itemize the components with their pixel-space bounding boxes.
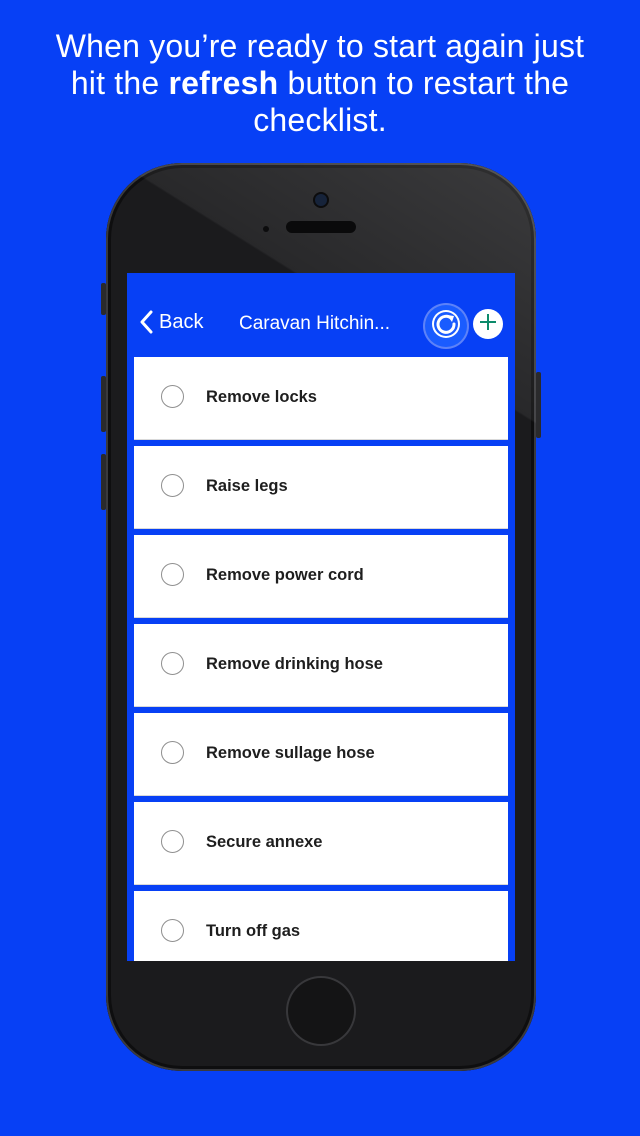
list-item[interactable]: Remove locks (134, 357, 508, 440)
checklist: Remove locks Raise legs Remove power cor… (134, 357, 508, 961)
item-label: Remove sullage hose (206, 744, 375, 762)
item-label: Remove drinking hose (206, 655, 383, 673)
add-button[interactable] (473, 309, 503, 339)
item-label: Turn off gas (206, 922, 301, 940)
list-item[interactable]: Secure annexe (134, 802, 508, 885)
checkbox-circle[interactable] (161, 741, 184, 764)
power-button (536, 372, 541, 438)
checkbox-circle[interactable] (161, 563, 184, 586)
back-button[interactable]: Back (139, 309, 203, 335)
volume-down-button (101, 454, 106, 510)
checkbox-circle[interactable] (161, 474, 184, 497)
checkbox-circle[interactable] (161, 919, 184, 942)
item-label: Secure annexe (206, 833, 323, 851)
plus-icon (477, 311, 499, 338)
promo-caption: When you’re ready to start again just hi… (40, 28, 600, 139)
refresh-button[interactable] (425, 305, 467, 347)
list-item[interactable]: Remove sullage hose (134, 713, 508, 796)
front-camera (315, 194, 327, 206)
app-screen: Back Caravan Hitchin... Remove locks Rai… (127, 273, 515, 961)
checkbox-circle[interactable] (161, 652, 184, 675)
home-button[interactable] (288, 978, 354, 1044)
list-item[interactable]: Remove drinking hose (134, 624, 508, 707)
navigation-bar: Back Caravan Hitchin... (127, 273, 515, 357)
caption-text-bold: refresh (168, 65, 279, 101)
list-item[interactable]: Turn off gas (134, 891, 508, 961)
volume-up-button (101, 376, 106, 432)
checkbox-circle[interactable] (161, 830, 184, 853)
item-label: Remove locks (206, 388, 317, 406)
page-title: Caravan Hitchin... (239, 313, 391, 334)
list-item[interactable]: Raise legs (134, 446, 508, 529)
caption-text-end: button to restart the checklist. (253, 65, 570, 138)
item-label: Raise legs (206, 477, 288, 495)
item-label: Remove power cord (206, 566, 364, 584)
back-label: Back (159, 310, 204, 333)
chevron-left-icon (139, 310, 153, 334)
checkbox-circle[interactable] (161, 385, 184, 408)
earpiece-speaker (286, 221, 356, 233)
phone-frame: Back Caravan Hitchin... Remove locks Rai… (106, 163, 536, 1071)
list-item[interactable]: Remove power cord (134, 535, 508, 618)
refresh-icon (430, 308, 462, 345)
mute-switch (101, 283, 106, 315)
proximity-sensor (263, 226, 269, 232)
